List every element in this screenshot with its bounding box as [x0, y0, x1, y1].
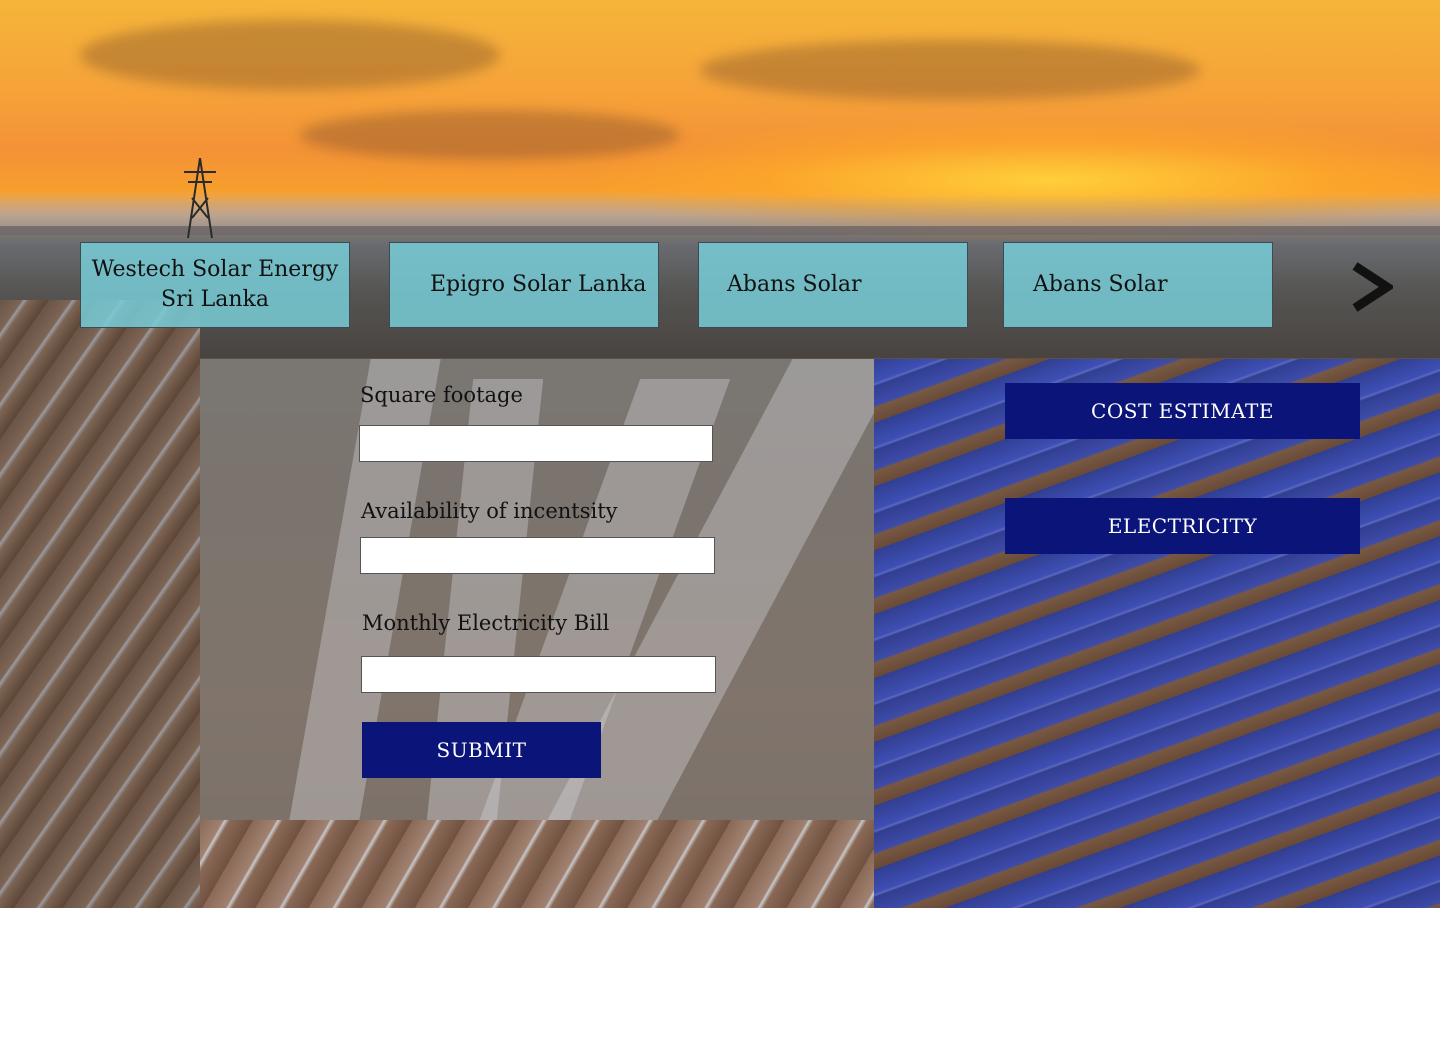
power-pylon-icon: [184, 158, 216, 238]
square-footage-input[interactable]: [359, 425, 713, 462]
provider-name: Epigro Solar Lanka: [430, 272, 647, 297]
incentives-input[interactable]: [360, 537, 715, 574]
solar-panels-left: [0, 300, 200, 908]
incentives-label: Availability of incentsity: [361, 499, 618, 523]
provider-name-line2: Sri Lanka: [161, 287, 269, 312]
cloud: [80, 20, 500, 90]
monthly-bill-input[interactable]: [361, 656, 716, 693]
solar-panels-bottom: [200, 820, 874, 908]
solar-panels-right: [874, 359, 1440, 908]
provider-tile-epigro[interactable]: Epigro Solar Lanka: [389, 242, 659, 328]
square-footage-label: Square footage: [360, 383, 523, 407]
submit-button[interactable]: SUBMIT: [362, 722, 601, 778]
provider-name: Abans Solar: [1033, 272, 1168, 297]
cloud: [700, 40, 1200, 100]
provider-name: Abans Solar: [727, 272, 862, 297]
cloud: [300, 110, 680, 160]
chevron-right-icon[interactable]: [1349, 262, 1393, 312]
electricity-button[interactable]: ELECTRICITY: [1005, 498, 1360, 554]
monthly-bill-label: Monthly Electricity Bill: [362, 611, 610, 635]
provider-name: Westech Solar Energy: [91, 257, 339, 282]
provider-tile-abans-2[interactable]: Abans Solar: [1003, 242, 1273, 328]
cost-estimate-button[interactable]: COST ESTIMATE: [1005, 383, 1360, 439]
provider-tile-westech[interactable]: Westech Solar Energy Sri Lanka: [80, 242, 350, 328]
provider-tile-abans-1[interactable]: Abans Solar: [698, 242, 968, 328]
